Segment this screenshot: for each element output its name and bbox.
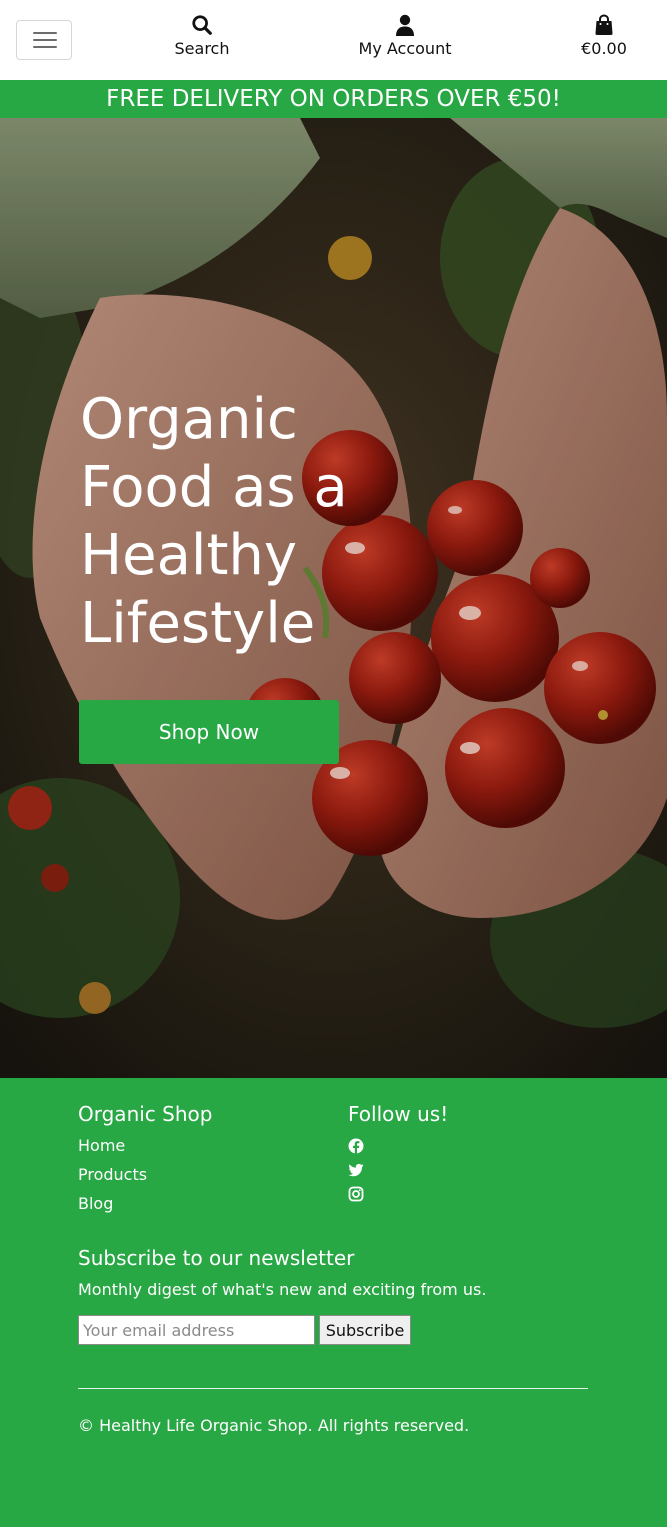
my-account-label: My Account [358,39,452,58]
hero-title-line: Organic [80,387,298,452]
footer-links-column: Organic Shop Home Products Blog [78,1102,212,1213]
top-header: Search My Account €0.00 [0,0,667,80]
footer-link-home[interactable]: Home [78,1136,212,1155]
footer-link-products[interactable]: Products [78,1165,212,1184]
hero-title-line: Lifestyle [80,591,316,656]
hero-title: Organic Food as a Healthy Lifestyle [80,386,400,658]
footer: Organic Shop Home Products Blog Follow u… [0,1078,667,1527]
instagram-icon[interactable] [348,1186,364,1202]
footer-divider [78,1388,588,1389]
free-delivery-banner: FREE DELIVERY ON ORDERS OVER €50! [0,80,667,118]
facebook-icon[interactable] [348,1138,364,1154]
newsletter-heading: Subscribe to our newsletter [78,1246,355,1270]
search-icon [192,15,212,35]
shopping-bag-icon [595,14,613,35]
copyright-text: © Healthy Life Organic Shop. All rights … [78,1416,470,1435]
newsletter-description: Monthly digest of what's new and excitin… [78,1280,487,1299]
footer-link-blog[interactable]: Blog [78,1194,212,1213]
subscribe-button[interactable]: Subscribe [319,1315,411,1345]
newsletter-section: Subscribe to our newsletter Monthly dige… [78,1246,598,1345]
my-account-link[interactable]: My Account [355,14,455,58]
hero-title-line: Food as a [80,455,348,520]
menu-icon [33,32,57,34]
menu-icon-bar [33,46,57,48]
hero-section: Organic Food as a Healthy Lifestyle Shop… [0,118,667,1078]
twitter-icon[interactable] [348,1162,364,1178]
follow-us-heading: Follow us! [348,1102,449,1126]
user-icon [396,14,414,36]
footer-social-column: Follow us! [348,1102,448,1202]
menu-icon-bar [33,39,57,41]
hero-title-line: Healthy [80,523,298,588]
newsletter-form: Subscribe [78,1315,598,1345]
email-input[interactable] [78,1315,315,1345]
cart-link[interactable]: €0.00 [578,14,630,58]
shop-now-button[interactable]: Shop Now [79,700,339,764]
search-label: Search [174,39,230,58]
footer-brand-heading: Organic Shop [78,1102,213,1126]
cart-total: €0.00 [581,39,627,58]
search-link[interactable]: Search [172,14,232,58]
menu-toggle-button[interactable] [16,20,72,60]
